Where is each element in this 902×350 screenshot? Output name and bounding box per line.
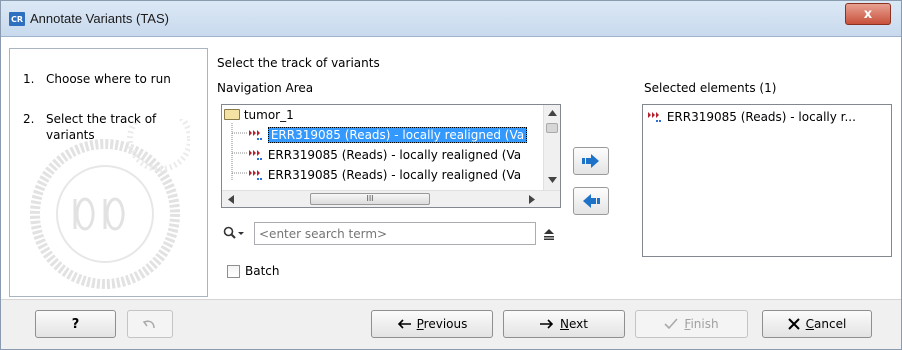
cross-icon <box>787 318 800 330</box>
finish-label: Finish <box>684 317 719 331</box>
search-input[interactable] <box>254 222 536 245</box>
folder-label: tumor_1 <box>243 108 294 122</box>
checkmark-icon <box>664 318 679 330</box>
window-title: Annotate Variants (TAS) <box>30 11 169 26</box>
title-bar: CR Annotate Variants (TAS) x <box>1 1 901 37</box>
binary-watermark-icon <box>30 119 190 289</box>
scroll-right-icon[interactable] <box>529 195 535 204</box>
add-to-selected-button[interactable] <box>573 147 609 175</box>
scroll-down-icon[interactable] <box>548 177 557 183</box>
tree-item-label: ERR319085 (Reads) - locally realigned (V… <box>267 127 528 143</box>
close-button[interactable]: x <box>845 3 891 25</box>
folder-icon <box>224 109 240 120</box>
button-bar: ? Previous Next Finish Cancel <box>1 299 901 349</box>
arrow-right-icon <box>540 319 554 329</box>
navigation-tree[interactable]: tumor_1 ERR319085 (Reads) - locally real… <box>221 104 561 208</box>
arrow-left-icon <box>583 194 600 208</box>
instruction-text: Select the track of variants <box>217 56 380 70</box>
help-icon: ? <box>71 316 80 332</box>
tree-item-label: ERR319085 (Reads) - locally realigned (V… <box>267 168 522 182</box>
navigation-area-heading: Navigation Area <box>217 81 314 95</box>
cancel-label: Cancel <box>805 317 847 331</box>
reads-track-icon <box>648 112 661 122</box>
help-button[interactable]: ? <box>35 310 116 338</box>
content-area: Select the track of variants Navigation … <box>209 48 899 298</box>
previous-label: Previous <box>416 317 468 331</box>
reads-track-icon <box>249 150 262 160</box>
search-options-icon[interactable] <box>543 228 555 240</box>
cancel-button[interactable]: Cancel <box>762 310 872 338</box>
batch-label: Batch <box>245 264 280 278</box>
close-icon: x <box>863 6 873 22</box>
horizontal-scroll-thumb[interactable]: III <box>310 193 430 205</box>
horizontal-scrollbar[interactable]: III <box>222 190 560 207</box>
previous-button[interactable]: Previous <box>371 310 493 338</box>
tree-item[interactable]: ERR319085 (Reads) - locally realigned (V… <box>248 126 528 145</box>
vertical-scroll-thumb[interactable] <box>546 123 558 133</box>
scroll-left-icon[interactable] <box>228 195 234 204</box>
reads-track-icon <box>249 170 262 180</box>
tree-connector-lines <box>231 123 248 181</box>
restore-defaults-button[interactable] <box>127 310 173 338</box>
arrow-left-icon <box>397 319 411 329</box>
app-logo-icon: CR <box>9 12 25 26</box>
next-label: Next <box>560 317 588 331</box>
reads-track-icon <box>249 130 262 140</box>
wizard-steps-panel: 1. Choose where to run 2. Select the tra… <box>9 48 208 297</box>
arrow-right-icon <box>582 154 599 168</box>
undo-icon <box>143 320 155 329</box>
next-button[interactable]: Next <box>503 310 625 338</box>
selected-elements-list[interactable]: ERR319085 (Reads) - locally r... <box>642 104 892 257</box>
batch-checkbox[interactable] <box>227 265 240 278</box>
step-number: 1. <box>23 72 35 86</box>
dialog-window: CR Annotate Variants (TAS) x 1. Choose w… <box>0 0 902 350</box>
tree-item-label: ERR319085 (Reads) - locally realigned (V… <box>267 148 522 162</box>
selected-elements-heading: Selected elements (1) <box>644 81 777 95</box>
selected-item[interactable]: ERR319085 (Reads) - locally r... <box>647 108 856 127</box>
search-icon[interactable] <box>223 226 245 240</box>
finish-button[interactable]: Finish <box>635 310 748 338</box>
scroll-up-icon[interactable] <box>548 110 557 116</box>
vertical-scrollbar[interactable] <box>543 105 560 190</box>
selected-item-label: ERR319085 (Reads) - locally r... <box>666 110 856 124</box>
remove-from-selected-button[interactable] <box>573 187 609 215</box>
tree-item[interactable]: ERR319085 (Reads) - locally realigned (V… <box>248 146 521 165</box>
step-label: Choose where to run <box>46 72 171 86</box>
tree-item[interactable]: ERR319085 (Reads) - locally realigned (V… <box>248 166 521 185</box>
